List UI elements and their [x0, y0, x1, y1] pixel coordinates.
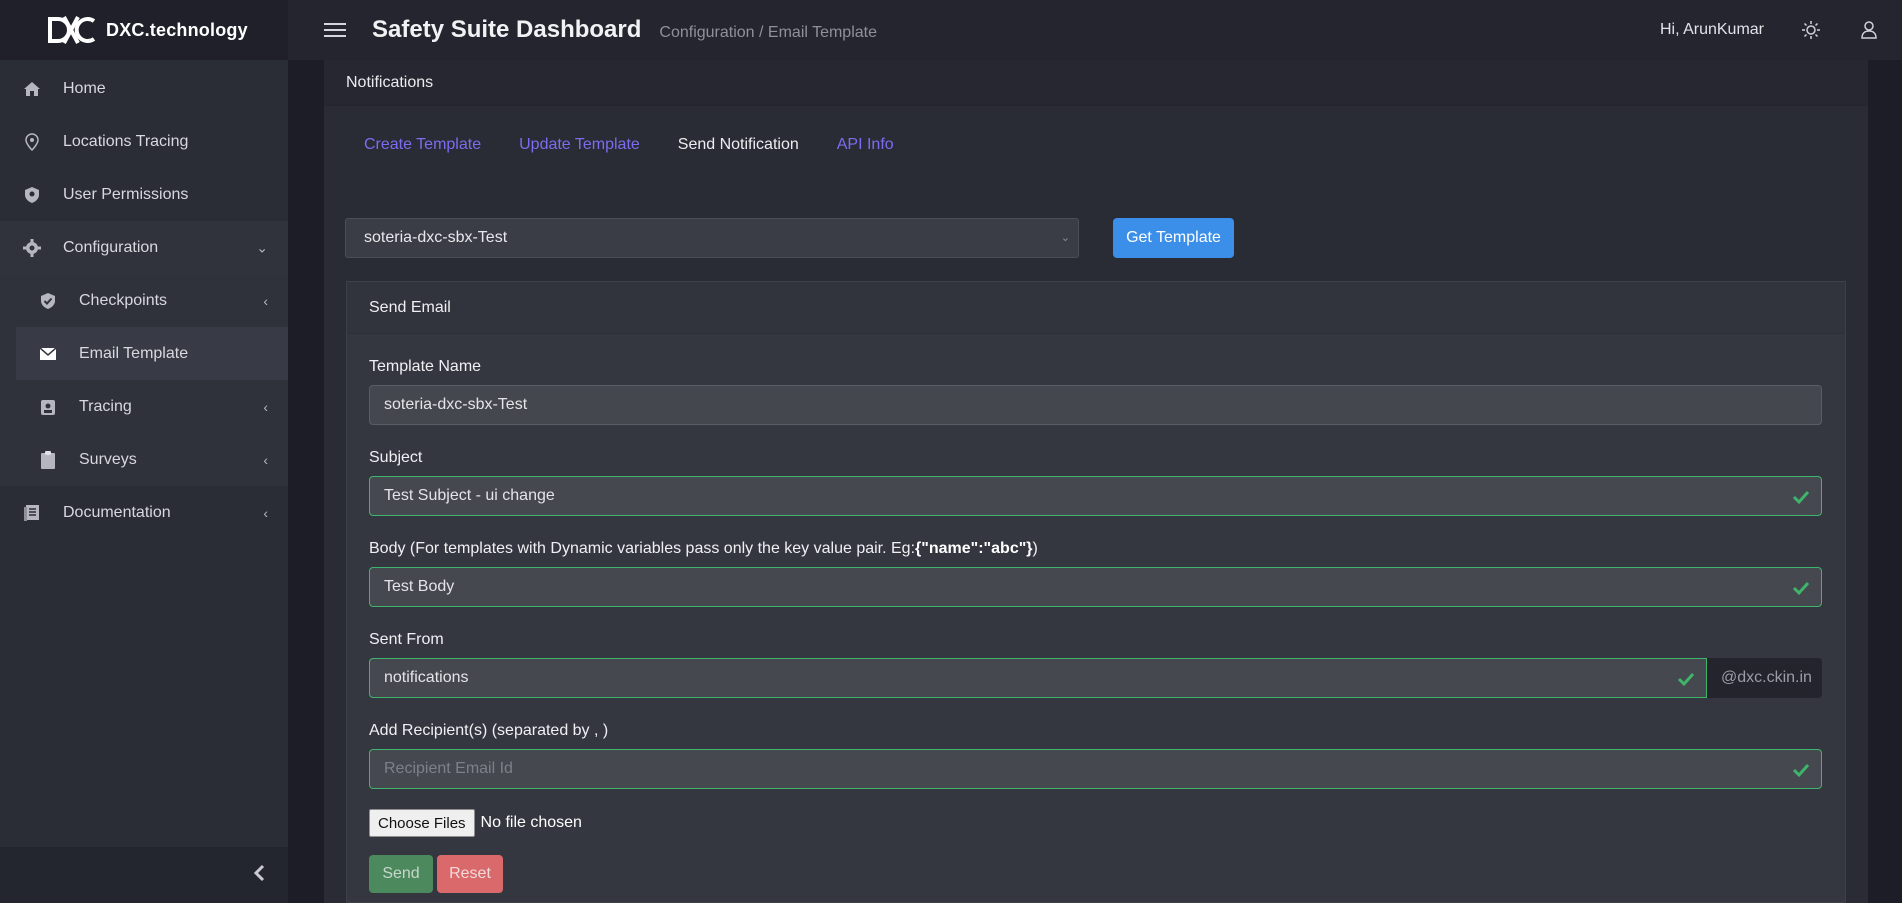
- sidebar-item-surveys[interactable]: Surveys ‹: [0, 433, 288, 486]
- brand-bar: DXC.technology: [0, 0, 288, 60]
- valid-check-icon: [1792, 490, 1810, 505]
- sidebar-item-home[interactable]: Home: [0, 62, 288, 115]
- subject-value: Test Subject - ui change: [384, 487, 555, 504]
- breadcrumb: Configuration / Email Template: [659, 24, 877, 41]
- sidebar-item-label: Tracing: [79, 397, 132, 415]
- body-label-text: Body (For templates with Dynamic variabl…: [369, 540, 916, 557]
- template-select-row: soteria-dxc-sbx-Test ⌄ Get Template: [345, 218, 1234, 258]
- send-button[interactable]: Send: [369, 855, 433, 893]
- body-label-suffix: ): [1032, 540, 1038, 557]
- body-label: Body (For templates with Dynamic variabl…: [369, 540, 1823, 558]
- clipboard-icon: [38, 450, 58, 470]
- topbar-actions: Hi, ArunKumar: [1660, 0, 1880, 60]
- tab-api-info[interactable]: API Info: [837, 136, 894, 154]
- chevron-down-icon: ⌄: [1060, 232, 1070, 244]
- tab-send-notification[interactable]: Send Notification: [678, 136, 799, 154]
- body-value: Test Body: [384, 578, 455, 595]
- sidebar-item-email-template[interactable]: Email Template: [16, 327, 288, 380]
- sent-from-value: notifications: [384, 669, 469, 686]
- valid-check-icon: [1792, 581, 1810, 596]
- sidebar: DXC.technology Home Locations Tracing Us…: [0, 0, 288, 903]
- sidebar-item-label: Documentation: [63, 503, 171, 521]
- sent-from-group: notifications @dxc.ckin.in: [369, 658, 1822, 698]
- card-title: Notifications: [324, 60, 1868, 106]
- brand-name: DXC.technology: [106, 19, 248, 40]
- recipients-label: Add Recipient(s) (separated by , ): [369, 722, 609, 739]
- sidebar-item-label: User Permissions: [63, 185, 189, 203]
- sent-from-label: Sent From: [369, 631, 444, 648]
- shield-check-icon: [38, 291, 58, 311]
- sidebar-item-checkpoints[interactable]: Checkpoints ‹: [0, 274, 288, 327]
- user-greeting: Hi, ArunKumar: [1659, 21, 1764, 38]
- chevron-down-icon: ⌄: [256, 239, 268, 255]
- notification-tabs: Create Template Update Template Send Not…: [324, 136, 1868, 154]
- template-name-value: soteria-dxc-sbx-Test: [384, 396, 528, 413]
- user-profile-icon[interactable]: [1858, 19, 1880, 41]
- template-name-label: Template Name: [369, 358, 482, 375]
- valid-check-icon: [1792, 763, 1810, 778]
- menu-toggle-icon[interactable]: [324, 23, 346, 37]
- sidebar-item-label: Email Template: [79, 344, 189, 362]
- topbar: Safety Suite Dashboard Configuration / E…: [288, 0, 1902, 60]
- sidebar-item-documentation[interactable]: Documentation ‹: [0, 486, 288, 539]
- choose-files-button[interactable]: Choose Files: [369, 809, 475, 837]
- tab-update-template[interactable]: Update Template: [519, 136, 640, 154]
- body-input[interactable]: Test Body: [369, 567, 1822, 607]
- person-trace-icon: [38, 397, 58, 417]
- sidebar-item-locations-tracing[interactable]: Locations Tracing: [0, 115, 288, 168]
- valid-check-icon: [1677, 672, 1695, 687]
- gear-icon: [22, 238, 42, 258]
- subject-input[interactable]: Test Subject - ui change: [369, 476, 1822, 516]
- sent-from-domain: @dxc.ckin.in: [1707, 658, 1822, 698]
- sent-from-input[interactable]: notifications: [369, 658, 1707, 698]
- document-icon: [22, 503, 42, 523]
- form-actions: Send Reset: [369, 855, 1823, 893]
- brand-logo[interactable]: DXC.technology: [46, 15, 248, 45]
- get-template-button[interactable]: Get Template: [1113, 218, 1234, 258]
- sidebar-item-configuration[interactable]: Configuration ⌄: [0, 221, 288, 274]
- chevron-left-icon: ‹: [263, 504, 268, 521]
- subject-label: Subject: [369, 449, 423, 466]
- notifications-card: Notifications Create Template Update Tem…: [324, 60, 1868, 903]
- reset-button[interactable]: Reset: [437, 855, 503, 893]
- sidebar-item-label: Home: [63, 79, 106, 97]
- send-email-form: Template Name soteria-dxc-sbx-Test Subje…: [347, 358, 1845, 893]
- body-label-example: {"name":"abc"}: [915, 540, 1033, 557]
- configuration-submenu: Checkpoints ‹ Email Template Tracing ‹ S…: [0, 274, 288, 486]
- envelope-icon: [38, 344, 58, 364]
- file-status: No file chosen: [480, 814, 582, 831]
- send-email-panel: Send Email Template Name soteria-dxc-sbx…: [346, 281, 1846, 903]
- template-name-input[interactable]: soteria-dxc-sbx-Test: [369, 385, 1822, 425]
- sidebar-item-user-permissions[interactable]: User Permissions: [0, 168, 288, 221]
- sidebar-item-label: Checkpoints: [79, 291, 168, 309]
- dxc-logo-icon: [48, 16, 96, 44]
- sidebar-item-label: Locations Tracing: [63, 132, 189, 150]
- home-icon: [22, 79, 42, 99]
- sidebar-item-label: Surveys: [79, 450, 137, 468]
- collapse-sidebar-icon[interactable]: [252, 862, 266, 888]
- chevron-left-icon: ‹: [263, 292, 268, 309]
- sidebar-collapse-bar: [0, 847, 288, 903]
- tab-create-template[interactable]: Create Template: [364, 136, 481, 154]
- chevron-left-icon: ‹: [263, 451, 268, 468]
- recipient-placeholder: Recipient Email Id: [384, 760, 513, 777]
- template-select-value: soteria-dxc-sbx-Test: [364, 229, 508, 246]
- theme-toggle-sun-icon[interactable]: [1800, 19, 1822, 41]
- template-select[interactable]: soteria-dxc-sbx-Test ⌄: [345, 218, 1079, 258]
- sidebar-nav: Home Locations Tracing User Permissions …: [0, 62, 288, 539]
- shield-user-icon: [22, 185, 42, 205]
- recipient-email-input[interactable]: Recipient Email Id: [369, 749, 1822, 789]
- page-title: Safety Suite Dashboard: [372, 16, 642, 43]
- main-content: Notifications Create Template Update Tem…: [288, 60, 1902, 903]
- sidebar-item-label: Configuration: [63, 238, 159, 256]
- chevron-left-icon: ‹: [263, 398, 268, 415]
- attachment-row: Choose Files No file chosen: [369, 809, 1823, 837]
- map-pin-icon: [22, 132, 42, 152]
- sidebar-item-tracing[interactable]: Tracing ‹: [0, 380, 288, 433]
- panel-title: Send Email: [347, 282, 1845, 334]
